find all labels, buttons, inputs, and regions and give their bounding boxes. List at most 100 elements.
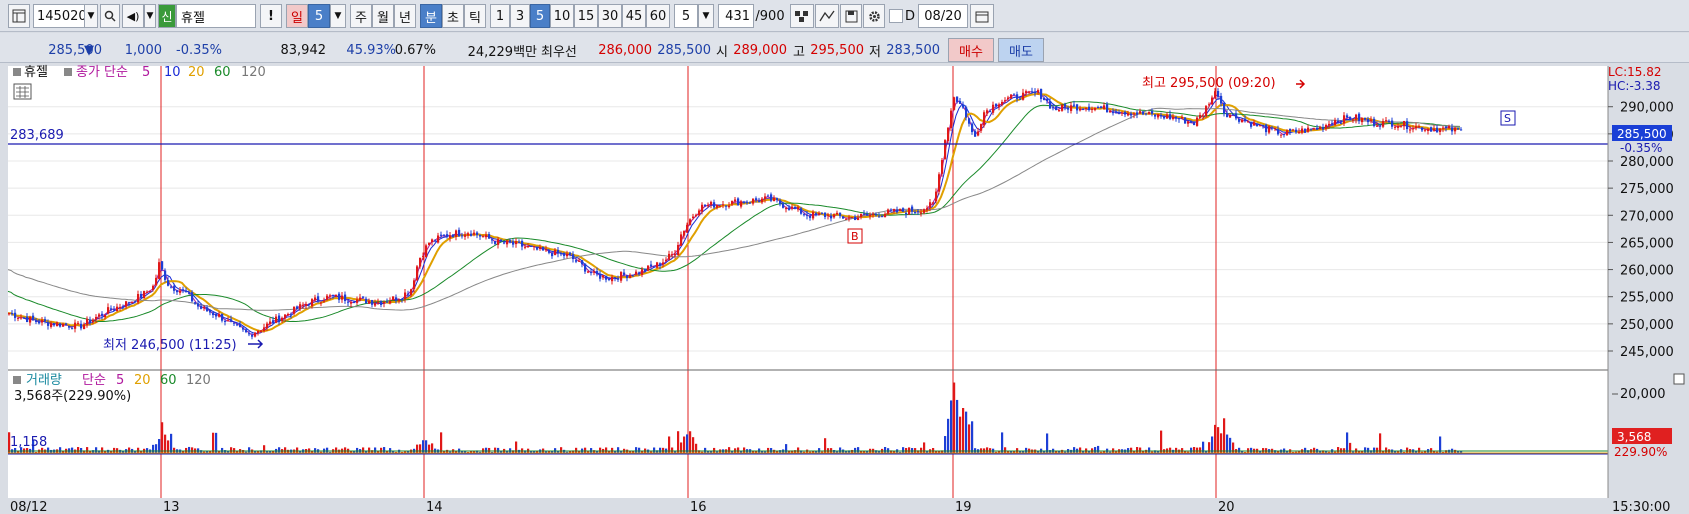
candle-body bbox=[1163, 116, 1166, 119]
candle-body bbox=[1283, 134, 1286, 136]
min-option-button[interactable]: 10 bbox=[550, 4, 574, 28]
candle-body bbox=[863, 213, 866, 215]
sell-button[interactable]: 매도 bbox=[998, 38, 1044, 62]
alert-button[interactable]: ! bbox=[260, 4, 282, 28]
volume-ma-period: 5 bbox=[116, 373, 124, 388]
candle-body bbox=[752, 198, 755, 204]
candle-body bbox=[434, 240, 437, 242]
candle-body bbox=[1112, 111, 1115, 114]
bid-label: 최우선 bbox=[541, 44, 577, 60]
candle-body bbox=[203, 307, 206, 309]
panel-maximize-icon[interactable] bbox=[1673, 373, 1685, 385]
code-dropdown-icon[interactable]: ▼ bbox=[84, 4, 98, 28]
y-tick-label: 245,000 bbox=[1620, 345, 1674, 360]
candle-body bbox=[545, 249, 548, 251]
candle-body bbox=[551, 252, 554, 257]
candle-body bbox=[1256, 123, 1259, 127]
date-checkbox[interactable] bbox=[889, 9, 903, 23]
candle-body bbox=[989, 110, 992, 112]
candle-body bbox=[326, 295, 329, 300]
candle-body bbox=[1103, 105, 1106, 109]
candle-body bbox=[674, 253, 677, 256]
high-annotation: 최고 295,500 (09:20) bbox=[1142, 76, 1276, 91]
candle-body bbox=[710, 201, 713, 205]
min-option-button[interactable]: 45 bbox=[622, 4, 646, 28]
candle-body bbox=[1034, 91, 1037, 94]
candle-body bbox=[1040, 88, 1043, 99]
volume-ratio: 45.93% bbox=[346, 42, 396, 58]
candle-body bbox=[1370, 119, 1373, 121]
candle-body bbox=[776, 198, 779, 200]
count-dropdown-icon[interactable]: ▼ bbox=[698, 4, 714, 28]
count-input[interactable]: 5 bbox=[674, 4, 698, 28]
min-option-button[interactable]: 15 bbox=[574, 4, 598, 28]
candle-body bbox=[926, 208, 929, 211]
candle-body bbox=[656, 262, 659, 268]
legend-ma-toggle-icon[interactable] bbox=[64, 68, 72, 76]
week-button[interactable]: 주 bbox=[350, 4, 372, 28]
volume-bar bbox=[968, 424, 971, 454]
stock-chart[interactable]: 휴젤 종가 단순 5 10 20 60 120 283,689 최고 295,5… bbox=[0, 64, 1689, 514]
save-icon[interactable] bbox=[840, 4, 862, 28]
candle-body bbox=[962, 104, 965, 108]
settings-icon[interactable] bbox=[863, 4, 885, 28]
legend-ma-title: 종가 단순 bbox=[76, 65, 128, 80]
buy-signal-label: B bbox=[851, 230, 859, 243]
trendline-icon[interactable] bbox=[815, 4, 839, 28]
candle-body bbox=[257, 330, 260, 334]
calendar-glyph-icon bbox=[975, 11, 989, 22]
candle-body bbox=[1232, 113, 1235, 115]
legend-toggle-icon[interactable] bbox=[13, 68, 21, 76]
stock-name-field[interactable]: 휴젤 bbox=[176, 4, 256, 28]
candle-body bbox=[722, 204, 725, 206]
candle-body bbox=[623, 272, 626, 275]
period-value-button[interactable]: 5 bbox=[308, 4, 330, 28]
volume-legend-toggle-icon[interactable] bbox=[13, 376, 21, 384]
candle-body bbox=[254, 332, 257, 337]
buy-button[interactable]: 매수 bbox=[948, 38, 994, 62]
period-day-button[interactable]: 일 bbox=[286, 4, 308, 28]
min-option-button[interactable]: 60 bbox=[646, 4, 670, 28]
candle-body bbox=[1073, 104, 1076, 106]
indicator-icon[interactable] bbox=[790, 4, 814, 28]
candle-body bbox=[1319, 126, 1322, 130]
candle-body bbox=[1412, 128, 1415, 130]
year-button[interactable]: 년 bbox=[394, 4, 416, 28]
candle-body bbox=[566, 253, 569, 257]
candle-body bbox=[1145, 113, 1148, 115]
range-total-label: /900 bbox=[755, 8, 785, 24]
min-option-button[interactable]: 1 bbox=[490, 4, 510, 28]
search-icon[interactable] bbox=[100, 4, 120, 28]
min-option-button[interactable]: 30 bbox=[598, 4, 622, 28]
candle-body bbox=[692, 216, 695, 219]
minute-button[interactable]: 분 bbox=[420, 4, 442, 28]
candle-body bbox=[290, 314, 293, 316]
date-input[interactable]: 08/20 bbox=[918, 4, 968, 28]
layout-icon[interactable] bbox=[8, 4, 30, 28]
sound-icon[interactable]: ◀) bbox=[122, 4, 144, 28]
month-button[interactable]: 월 bbox=[372, 4, 394, 28]
candle-body bbox=[56, 322, 59, 327]
candle-body bbox=[32, 315, 35, 321]
candle-body bbox=[77, 322, 80, 324]
tick-button[interactable]: 틱 bbox=[464, 4, 486, 28]
data-table-icon[interactable] bbox=[13, 83, 32, 100]
open-price: 289,000 bbox=[733, 42, 787, 58]
calendar-icon[interactable] bbox=[970, 4, 994, 28]
range-current-input[interactable]: 431 bbox=[718, 4, 754, 28]
period-dropdown-icon[interactable]: ▼ bbox=[330, 4, 346, 28]
y-tick-label: 280,000 bbox=[1620, 155, 1674, 170]
candle-body bbox=[770, 194, 773, 201]
candle-body bbox=[218, 313, 221, 317]
candle-body bbox=[116, 306, 119, 312]
min-option-button[interactable]: 3 bbox=[510, 4, 530, 28]
candle-body bbox=[1451, 127, 1454, 132]
min-option-button[interactable]: 5 bbox=[530, 4, 550, 28]
volume-bar bbox=[1202, 441, 1205, 454]
candle-body bbox=[377, 302, 380, 304]
sound-dropdown-icon[interactable]: ▼ bbox=[144, 4, 156, 28]
candle-body bbox=[1223, 102, 1226, 114]
stock-code-input[interactable]: 145020 bbox=[33, 4, 85, 28]
candle-body bbox=[1157, 114, 1160, 118]
second-button[interactable]: 초 bbox=[442, 4, 464, 28]
